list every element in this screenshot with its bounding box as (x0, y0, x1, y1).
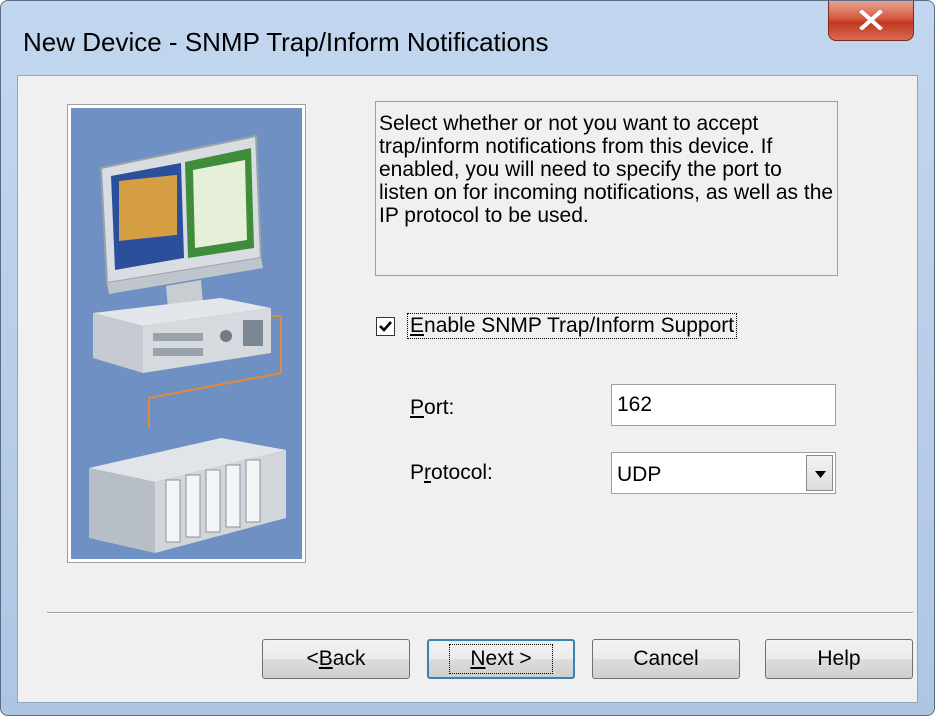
cancel-button[interactable]: Cancel (592, 639, 740, 679)
computer-and-plc-illustration (71, 108, 302, 559)
dialog-body: Select whether or not you want to accept… (17, 75, 918, 703)
next-button-focus: Next > (449, 644, 553, 674)
close-icon (859, 10, 883, 30)
port-label: Port: (410, 396, 455, 419)
protocol-selected-value: UDP (617, 463, 662, 486)
enable-trap-label[interactable]: Enable SNMP Trap/Inform Support (407, 313, 738, 339)
chevron-down-icon (815, 471, 826, 478)
description-text: Select whether or not you want to accept… (375, 101, 838, 276)
window-title: New Device - SNMP Trap/Inform Notificati… (23, 27, 549, 57)
protocol-label: Protocol: (410, 461, 493, 484)
device-illustration (67, 104, 306, 563)
close-button[interactable] (828, 1, 914, 41)
next-button[interactable]: Next > (427, 639, 575, 679)
protocol-select[interactable]: UDP (611, 452, 836, 494)
checkmark-icon (379, 320, 392, 332)
back-button[interactable]: < Back (262, 639, 410, 679)
port-input[interactable]: 162 (611, 384, 836, 426)
enable-trap-checkbox[interactable] (376, 316, 395, 336)
help-button[interactable]: Help (765, 639, 913, 679)
separator-line (47, 612, 913, 614)
dialog-window: New Device - SNMP Trap/Inform Notificati… (0, 0, 935, 716)
protocol-dropdown-button[interactable] (806, 455, 833, 491)
enable-trap-checkbox-row[interactable]: Enable SNMP Trap/Inform Support (376, 312, 738, 340)
title-bar[interactable]: New Device - SNMP Trap/Inform Notificati… (1, 1, 934, 81)
